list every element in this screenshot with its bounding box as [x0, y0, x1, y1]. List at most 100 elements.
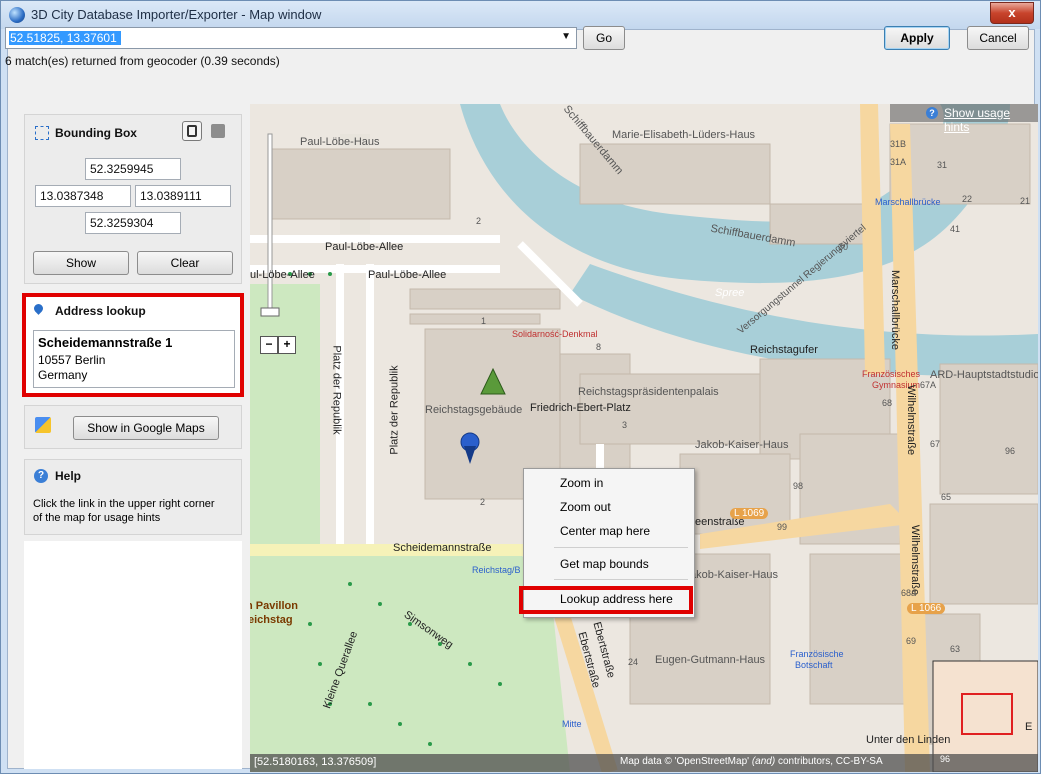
help-text-line2: of the map for usage hints	[33, 512, 161, 524]
help-text-line1: Click the link in the upper right corner	[33, 498, 215, 510]
context-get-map-bounds[interactable]: Get map bounds	[560, 557, 649, 571]
title-bar[interactable]: 3D City Database Importer/Exporter - Map…	[1, 1, 1040, 29]
bbox-east-field[interactable]: 13.0389111	[135, 185, 231, 207]
geocoder-search-input[interactable]	[6, 28, 562, 48]
map-label: Paul-Löbe-Allee	[325, 241, 404, 253]
show-in-google-maps-button[interactable]: Show in Google Maps	[73, 416, 219, 440]
map-label: Reichstag/B	[472, 565, 521, 575]
map-view[interactable]: − + ? Show usage hints Paul-Löbe-Haus Ma…	[250, 104, 1038, 772]
map-label: 22	[962, 194, 973, 204]
map-label: 2	[476, 216, 482, 226]
map-label: L 1066	[907, 603, 946, 614]
map-label: 2	[480, 497, 486, 507]
map-label: 31B	[890, 139, 907, 149]
show-bbox-button[interactable]: Show	[33, 251, 129, 275]
zoom-out-button[interactable]: −	[260, 336, 278, 354]
clear-bbox-button[interactable]: Clear	[137, 251, 233, 275]
map-label: Marie-Elisabeth-Lüders-Haus	[612, 129, 756, 141]
geocoder-search-combo[interactable]: ▼	[5, 27, 577, 49]
map-label: Jakob-Kaiser-Haus	[695, 439, 789, 451]
context-separator	[554, 579, 688, 580]
show-usage-hints-link[interactable]: Show usage hints	[944, 106, 1038, 134]
map-label: Platz der Republik	[388, 365, 401, 455]
left-panel-filler	[24, 541, 242, 769]
map-label: n Pavillon	[250, 600, 298, 612]
map-label: Reichstagsgebäude	[425, 404, 523, 416]
map-label: akob-Kaiser-Haus	[690, 569, 779, 581]
map-label: 68a	[901, 588, 917, 598]
map-label: Scheidemannstraße	[393, 542, 492, 554]
close-button[interactable]: x	[990, 2, 1034, 24]
context-zoom-in[interactable]: Zoom in	[560, 476, 603, 490]
context-separator	[554, 547, 688, 548]
map-label: Französische	[790, 649, 844, 659]
map-label: Mitte	[562, 719, 582, 729]
map-label: 30	[838, 242, 849, 252]
map-label: ul-Löbe-Allee	[250, 269, 315, 281]
map-label: Paul-Löbe-Allee	[368, 269, 447, 281]
map-select-icon[interactable]	[208, 121, 228, 141]
go-button[interactable]: Go	[583, 26, 625, 50]
address-lookup-highlight	[22, 293, 244, 397]
map-label: 96	[1005, 446, 1016, 456]
bbox-north-field[interactable]: 52.3259945	[85, 158, 181, 180]
map-label: 31A	[890, 157, 907, 167]
geocoder-status-text: 6 match(es) returned from geocoder (0.39…	[5, 54, 280, 68]
chevron-down-icon[interactable]: ▼	[561, 31, 571, 42]
map-window: 3D City Database Importer/Exporter - Map…	[0, 0, 1041, 774]
context-center-map[interactable]: Center map here	[560, 524, 650, 538]
map-label: 65	[941, 492, 952, 502]
usage-hints-help-icon: ?	[926, 107, 938, 119]
map-label: Reichstagspräsidentenpalais	[578, 386, 719, 398]
help-icon: ?	[34, 469, 48, 483]
bounding-box-icon	[35, 126, 49, 140]
map-label: Wilhelmstraße	[909, 524, 922, 596]
map-label: 1	[481, 316, 487, 326]
map-label: E	[1025, 721, 1033, 733]
lookup-address-highlight	[519, 586, 693, 614]
select-bbox-icon[interactable]	[182, 121, 202, 141]
map-label: 69	[906, 636, 917, 646]
map-label: ARD-Hauptstadtstudio	[930, 369, 1038, 381]
bbox-west-field[interactable]: 13.0387348	[35, 185, 131, 207]
google-maps-icon	[35, 417, 51, 433]
context-zoom-out[interactable]: Zoom out	[560, 500, 611, 514]
map-label: Wilhelmstraße	[905, 384, 918, 456]
window-title: 3D City Database Importer/Exporter - Map…	[31, 7, 322, 22]
attribution-and: (and)	[751, 756, 776, 767]
google-maps-panel: Show in Google Maps	[24, 405, 242, 449]
cancel-button[interactable]: Cancel	[967, 26, 1029, 50]
bounding-box-title: Bounding Box	[55, 126, 137, 140]
map-label: eichstag	[250, 614, 293, 626]
map-label: 8	[596, 342, 602, 352]
map-label: 98	[793, 481, 804, 491]
map-label: 21	[1020, 196, 1031, 206]
map-label: Französisches	[862, 369, 921, 379]
map-label: Friedrich-Ebert-Platz	[530, 402, 631, 414]
attribution-post: contributors, CC-BY-SA	[777, 756, 883, 767]
apply-button[interactable]: Apply	[884, 26, 950, 50]
app-globe-icon	[9, 7, 25, 23]
map-label: Solidarność-Denkmal	[512, 329, 598, 339]
map-label: Unter den Linden	[866, 734, 951, 746]
map-label: 67	[930, 439, 941, 449]
map-label: Eugen-Gutmann-Haus	[655, 654, 766, 666]
bounding-box-panel: Bounding Box 52.3259945 13.0387348 13.03…	[24, 114, 242, 284]
map-label: Marschallbrücke	[889, 269, 902, 351]
map-coordinates-readout: [52.5180163, 13.376509]	[254, 756, 377, 768]
help-panel: ? Help Click the link in the upper right…	[24, 459, 242, 535]
map-label: Reichstagufer	[750, 344, 818, 356]
map-label: 24	[628, 657, 639, 667]
zoom-in-button[interactable]: +	[278, 336, 296, 354]
map-label: 68	[882, 398, 893, 408]
map-label: Marschallbrücke	[875, 197, 941, 207]
map-label: 67A	[920, 380, 937, 390]
map-label: Platz der Republik	[330, 345, 343, 435]
help-title: Help	[55, 469, 82, 483]
attribution-pre: Map data © 'OpenStreetMap'	[620, 756, 750, 767]
map-label: 31	[937, 160, 948, 170]
map-label: 3	[622, 420, 628, 430]
bbox-south-field[interactable]: 52.3259304	[85, 212, 181, 234]
map-label: Paul-Löbe-Haus	[300, 136, 380, 148]
map-label: L 1069	[730, 508, 769, 519]
